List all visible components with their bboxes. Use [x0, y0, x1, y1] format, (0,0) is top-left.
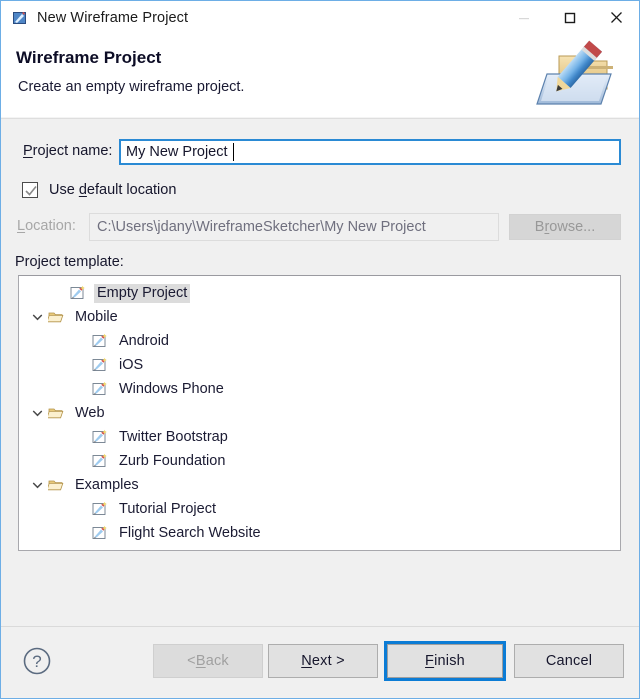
project-template-icon — [92, 501, 108, 517]
wizard-banner: Wireframe Project Create an empty wirefr… — [1, 34, 639, 119]
tree-item[interactable]: Empty Project — [19, 281, 620, 305]
minimize-button[interactable] — [501, 1, 547, 34]
dialog-body: Project name: Use default location Locat… — [1, 119, 639, 698]
project-template-icon — [70, 285, 86, 301]
tree-item-label: Zurb Foundation — [119, 452, 226, 469]
tree-item[interactable]: Zurb Foundation — [19, 449, 620, 473]
project-template-icon — [92, 357, 108, 373]
tree-twisty-spacer — [70, 353, 92, 377]
dialog-footer: ? < Back Next > Finish Cancel — [1, 626, 639, 698]
chevron-down-icon[interactable] — [26, 401, 48, 425]
page-description: Create an empty wireframe project. — [18, 79, 245, 95]
chevron-down-icon[interactable] — [26, 305, 48, 329]
svg-text:?: ? — [32, 652, 41, 671]
tree-twisty-spacer — [48, 281, 70, 305]
maximize-button[interactable] — [547, 1, 593, 34]
check-icon — [25, 185, 37, 196]
tree-item-label: Empty Project — [94, 283, 191, 303]
folder-icon — [46, 477, 64, 493]
project-template-icon — [92, 525, 108, 541]
tree-item-label: Web — [75, 404, 105, 421]
close-button[interactable] — [593, 1, 639, 34]
chevron-down-icon[interactable] — [26, 473, 48, 497]
wireframe-project-icon — [12, 10, 28, 26]
project-name-input[interactable] — [119, 139, 621, 165]
tree-item-label: Flight Search Website — [119, 524, 261, 541]
use-default-location-label: Use default location — [49, 182, 177, 198]
finish-button[interactable]: Finish — [387, 644, 503, 678]
tree-item[interactable]: Windows Phone — [19, 377, 620, 401]
tree-item[interactable]: Twitter Bootstrap — [19, 425, 620, 449]
tree-item-label: iOS — [119, 356, 144, 373]
tree-twisty-spacer — [70, 521, 92, 545]
tree-item-label: Mobile — [75, 308, 118, 325]
use-default-location-row[interactable]: Use default location — [1, 179, 176, 201]
location-label: Location: — [17, 218, 76, 234]
tree-item-label: Android — [119, 332, 169, 349]
title-bar: New Wireframe Project — [1, 1, 639, 34]
project-template-icon — [92, 381, 108, 397]
tree-twisty-spacer — [70, 329, 92, 353]
new-wireframe-project-dialog: New Wireframe Project Wireframe Project … — [0, 0, 640, 699]
tree-item[interactable]: Tutorial Project — [19, 497, 620, 521]
project-template-label: Project template: — [15, 254, 124, 270]
tree-item[interactable]: Examples — [19, 473, 620, 497]
tree-item[interactable]: Mobile — [19, 305, 620, 329]
help-question-icon[interactable]: ? — [21, 645, 53, 677]
tree-twisty-spacer — [70, 377, 92, 401]
tree-item-label: Tutorial Project — [119, 500, 216, 517]
tree-item[interactable]: Web — [19, 401, 620, 425]
location-input[interactable]: C:\Users\jdany\WireframeSketcher\My New … — [89, 213, 499, 241]
tree-item[interactable]: Flight Search Website — [19, 521, 620, 545]
use-default-location-checkbox[interactable] — [22, 182, 38, 198]
project-template-icon — [92, 429, 108, 445]
tree-item-label: Examples — [75, 476, 139, 493]
page-title: Wireframe Project — [16, 48, 162, 67]
cancel-button[interactable]: Cancel — [514, 644, 624, 678]
window-controls — [501, 1, 639, 34]
pencil-folder-icon — [513, 38, 625, 114]
next-button[interactable]: Next > — [268, 644, 378, 678]
tree-item[interactable]: iOS — [19, 353, 620, 377]
tree-twisty-spacer — [70, 449, 92, 473]
project-name-label: Project name: — [23, 143, 113, 159]
window-title: New Wireframe Project — [37, 9, 189, 26]
tree-twisty-spacer — [70, 425, 92, 449]
folder-icon — [46, 405, 64, 421]
tree-item-label: Windows Phone — [119, 380, 224, 397]
browse-button[interactable]: Br owse... — [509, 214, 621, 240]
text-caret — [233, 143, 234, 161]
back-button[interactable]: < Back — [153, 644, 263, 678]
project-template-icon — [92, 453, 108, 469]
project-name-row: Project name: — [1, 139, 639, 165]
tree-twisty-spacer — [70, 497, 92, 521]
folder-icon — [46, 309, 64, 325]
tree-item[interactable]: Android — [19, 329, 620, 353]
project-template-tree[interactable]: Empty Project Mobile Android iOS Windows Pho… — [18, 275, 621, 551]
tree-item-label: Twitter Bootstrap — [119, 428, 228, 445]
project-template-icon — [92, 333, 108, 349]
